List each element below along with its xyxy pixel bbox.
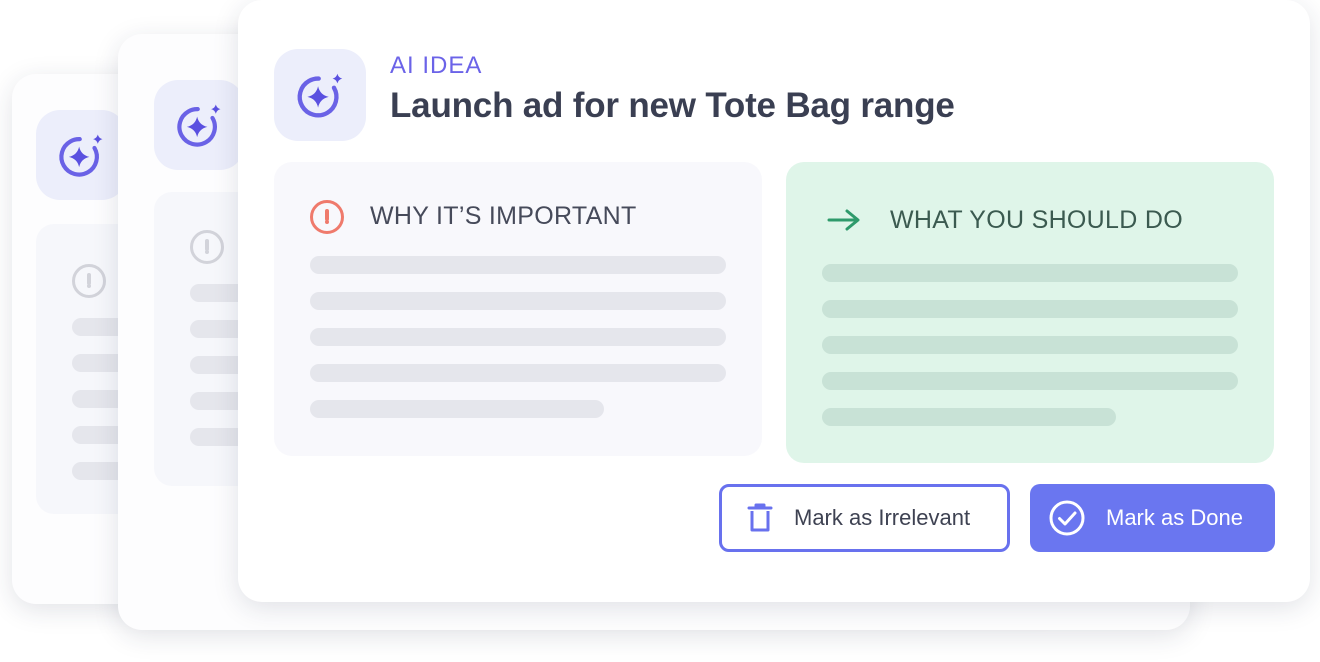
placeholder-line xyxy=(822,336,1238,354)
ai-badge-tile xyxy=(274,49,366,141)
mark-irrelevant-button[interactable]: Mark as Irrelevant xyxy=(719,484,1010,552)
exclamation-circle-icon xyxy=(190,230,224,264)
exclamation-circle-icon xyxy=(72,264,106,298)
ai-idea-card: AI IDEA Launch ad for new Tote Bag range… xyxy=(238,0,1310,602)
what-to-do-panel: WHAT YOU SHOULD DO xyxy=(786,162,1274,463)
sparkle-ai-icon xyxy=(177,104,221,147)
placeholder-line xyxy=(310,292,726,310)
placeholder-line xyxy=(822,300,1238,318)
trash-icon xyxy=(746,502,774,534)
placeholder-line xyxy=(310,256,726,274)
arrow-right-icon xyxy=(827,209,860,231)
placeholder-line xyxy=(822,372,1238,390)
check-circle-icon xyxy=(1048,499,1086,537)
what-to-do-heading: WHAT YOU SHOULD DO xyxy=(890,206,1183,234)
idea-eyebrow-label: AI IDEA xyxy=(390,52,483,79)
exclamation-circle-icon xyxy=(310,200,344,234)
sparkle-ai-icon xyxy=(59,134,103,177)
ai-badge-tile xyxy=(36,110,126,200)
placeholder-line xyxy=(310,400,604,418)
mark-irrelevant-label: Mark as Irrelevant xyxy=(794,505,971,530)
idea-title: Launch ad for new Tote Bag range xyxy=(390,86,955,125)
placeholder-line xyxy=(310,364,726,382)
why-important-panel: WHY IT’S IMPORTANT xyxy=(274,162,762,456)
placeholder-line xyxy=(310,328,726,346)
mark-done-button[interactable]: Mark as Done xyxy=(1030,484,1275,552)
ai-badge-tile xyxy=(154,80,244,170)
placeholder-line xyxy=(822,264,1238,282)
why-important-heading: WHY IT’S IMPORTANT xyxy=(370,202,637,230)
sparkle-ai-icon xyxy=(297,73,343,118)
placeholder-line xyxy=(822,408,1116,426)
mark-done-label: Mark as Done xyxy=(1106,505,1243,530)
